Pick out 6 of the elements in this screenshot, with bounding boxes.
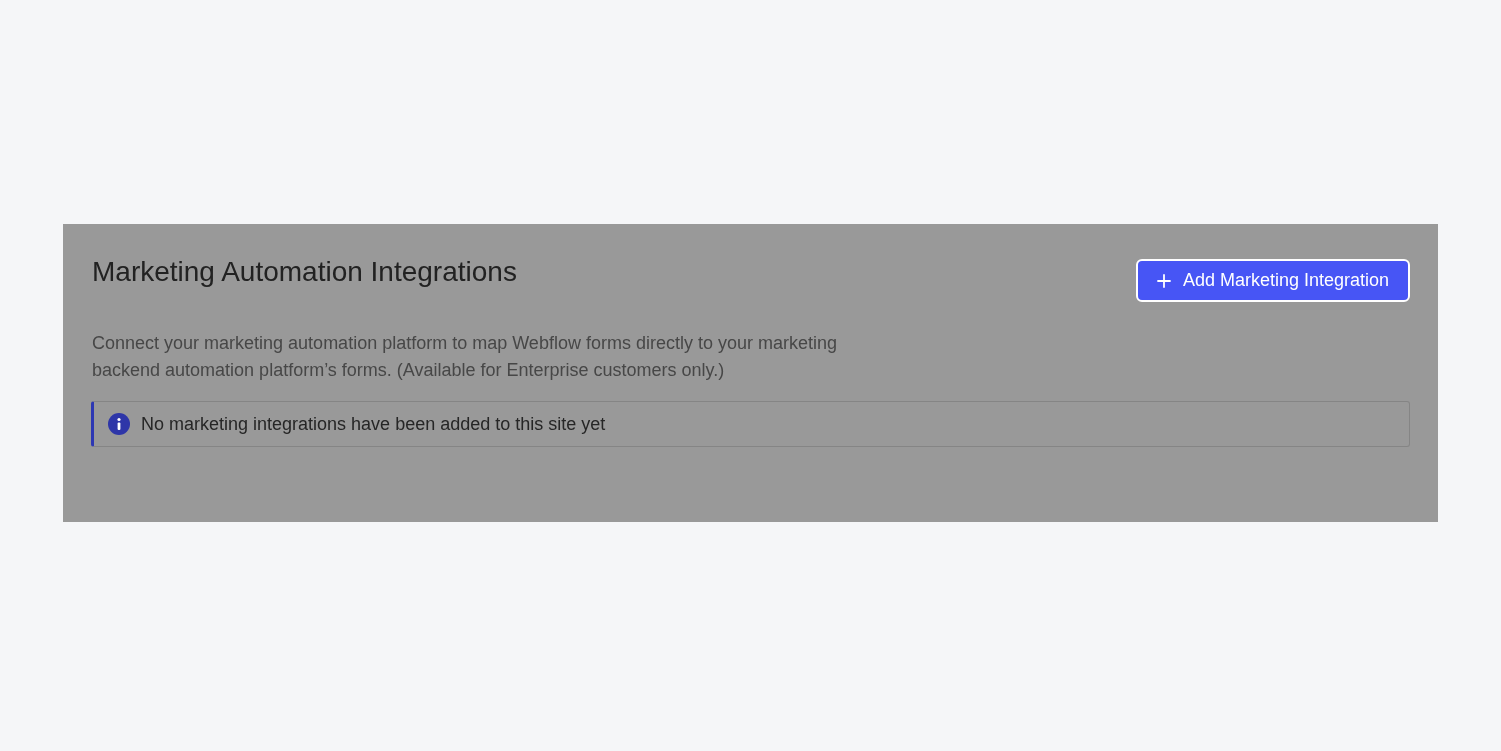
plus-icon — [1156, 273, 1171, 288]
add-marketing-integration-button[interactable]: Add Marketing Integration — [1136, 259, 1410, 302]
info-icon — [108, 413, 130, 435]
panel-title: Marketing Automation Integrations — [91, 258, 517, 286]
description-text: Connect your marketing automation platform to map Webflow forms directly to your marketing backend automation platform’s forms. (Available for Enterprise customers only.) — [91, 332, 838, 382]
notice-text: No marketing integrations have been added to this site yet — [141, 412, 606, 436]
